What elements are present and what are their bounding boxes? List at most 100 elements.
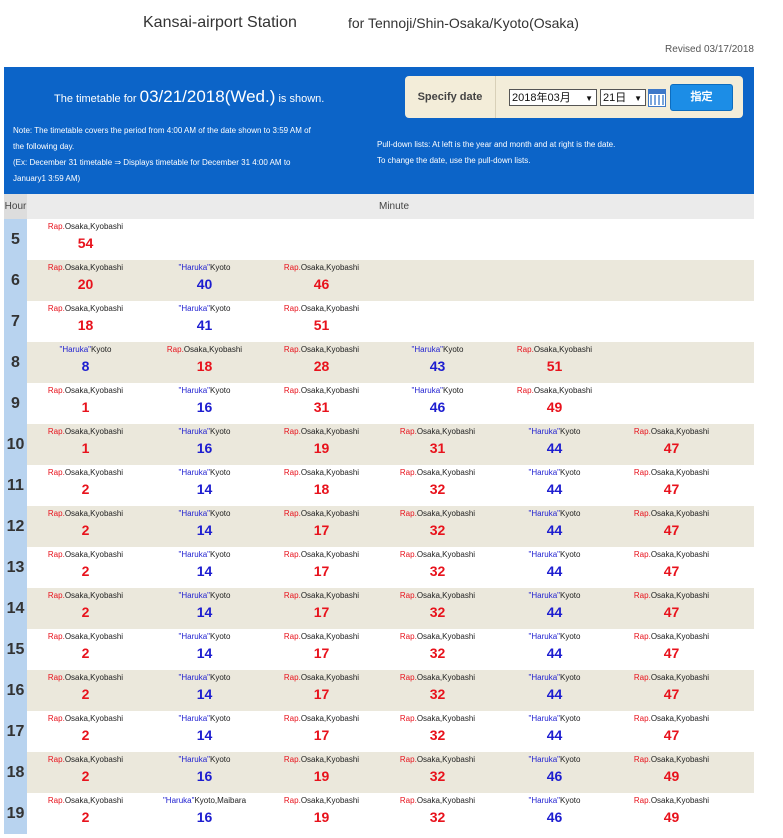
destination: Kyoto — [443, 345, 464, 354]
departure-cell[interactable]: Rap.Osaka,Kyobashi 54 — [27, 221, 144, 253]
departure-cell[interactable]: Rap.Osaka,Kyobashi 2 — [27, 508, 144, 540]
departure-cell[interactable]: Rap.Osaka,Kyobashi 19 — [263, 426, 380, 458]
departure-cell[interactable]: "Haruka"Kyoto 40 — [146, 262, 263, 294]
day-value: 21日 — [603, 92, 627, 104]
departure-cell[interactable]: Rap.Osaka,Kyobashi 31 — [379, 426, 496, 458]
departure-cell[interactable]: Rap.Osaka,Kyobashi 1 — [27, 426, 144, 458]
departure-cell[interactable]: Rap.Osaka,Kyobashi 32 — [379, 795, 496, 827]
departure-cell[interactable]: Rap.Osaka,Kyobashi 17 — [263, 672, 380, 704]
day-select[interactable]: 21日 ▼ — [600, 89, 646, 106]
departure-cell[interactable]: Rap.Osaka,Kyobashi 17 — [263, 508, 380, 540]
departure-cell[interactable]: Rap.Osaka,Kyobashi 46 — [263, 262, 380, 294]
departure-cell[interactable]: Rap.Osaka,Kyobashi 2 — [27, 795, 144, 827]
departure-cell[interactable]: Rap.Osaka,Kyobashi 19 — [263, 795, 380, 827]
departure-cell[interactable]: Rap.Osaka,Kyobashi 49 — [613, 754, 730, 786]
departure-cell[interactable]: Rap.Osaka,Kyobashi 47 — [613, 426, 730, 458]
departure-cell[interactable]: Rap.Osaka,Kyobashi 47 — [613, 590, 730, 622]
destination: Osaka,Kyobashi — [416, 468, 476, 477]
departure-cell[interactable]: "Haruka"Kyoto 44 — [496, 631, 613, 663]
departure-cell[interactable]: "Haruka"Kyoto 16 — [146, 426, 263, 458]
departure-cell[interactable]: Rap.Osaka,Kyobashi 47 — [613, 508, 730, 540]
departure-cell[interactable]: "Haruka"Kyoto 14 — [146, 590, 263, 622]
destination: Osaka,Kyobashi — [416, 796, 476, 805]
departure-cell[interactable]: "Haruka"Kyoto 16 — [146, 754, 263, 786]
departure-cell[interactable]: "Haruka"Kyoto 44 — [496, 467, 613, 499]
departure-cell[interactable]: Rap.Osaka,Kyobashi 51 — [496, 344, 613, 376]
departure-cell[interactable]: "Haruka"Kyoto 44 — [496, 590, 613, 622]
departure-cell[interactable]: Rap.Osaka,Kyobashi 17 — [263, 549, 380, 581]
departure-cell[interactable]: Rap.Osaka,Kyobashi 47 — [613, 713, 730, 745]
departure-cell[interactable]: Rap.Osaka,Kyobashi 2 — [27, 549, 144, 581]
pulldown-note: Pull-down lists: At left is the year and… — [377, 137, 752, 169]
departure-cell[interactable]: Rap.Osaka,Kyobashi 18 — [146, 344, 263, 376]
rapid-tag: Rap. — [47, 591, 65, 600]
departure-cell[interactable]: Rap.Osaka,Kyobashi 17 — [263, 631, 380, 663]
departure-cell[interactable]: "Haruka"Kyoto 43 — [379, 344, 496, 376]
departure-cell[interactable]: Rap.Osaka,Kyobashi 49 — [496, 385, 613, 417]
departure-cell[interactable]: Rap.Osaka,Kyobashi 32 — [379, 590, 496, 622]
destination: Osaka,Kyobashi — [650, 796, 710, 805]
departure-cell[interactable]: Rap.Osaka,Kyobashi 18 — [27, 303, 144, 335]
departure-cell[interactable]: "Haruka"Kyoto 14 — [146, 713, 263, 745]
departure-cell[interactable]: Rap.Osaka,Kyobashi 28 — [263, 344, 380, 376]
departure-cell[interactable]: Rap.Osaka,Kyobashi 2 — [27, 467, 144, 499]
departure-cell[interactable]: Rap.Osaka,Kyobashi 32 — [379, 631, 496, 663]
departure-cell[interactable]: Rap.Osaka,Kyobashi 32 — [379, 508, 496, 540]
departure-cell[interactable]: "Haruka"Kyoto 14 — [146, 631, 263, 663]
departure-cell[interactable]: "Haruka"Kyoto 46 — [496, 795, 613, 827]
departure-cell[interactable]: "Haruka"Kyoto 46 — [496, 754, 613, 786]
departure-cell[interactable]: Rap.Osaka,Kyobashi 47 — [613, 467, 730, 499]
departure-cell[interactable]: "Haruka"Kyoto 44 — [496, 713, 613, 745]
departure-cell[interactable]: Rap.Osaka,Kyobashi 17 — [263, 590, 380, 622]
train-label: Rap.Osaka,Kyobashi — [263, 754, 380, 766]
departure-cell[interactable]: Rap.Osaka,Kyobashi 19 — [263, 754, 380, 786]
departure-cell[interactable]: "Haruka"Kyoto,Maibara 16 — [146, 795, 263, 827]
departure-cell[interactable]: Rap.Osaka,Kyobashi 47 — [613, 549, 730, 581]
departure-cell[interactable]: Rap.Osaka,Kyobashi 2 — [27, 754, 144, 786]
departure-cell[interactable]: Rap.Osaka,Kyobashi 2 — [27, 631, 144, 663]
destination: Osaka,Kyobashi — [416, 673, 476, 682]
departure-cell[interactable]: Rap.Osaka,Kyobashi 18 — [263, 467, 380, 499]
departure-cell[interactable]: "Haruka"Kyoto 16 — [146, 385, 263, 417]
haruka-tag: "Haruka" — [528, 714, 560, 723]
departure-cell[interactable]: "Haruka"Kyoto 46 — [379, 385, 496, 417]
destination: Kyoto — [210, 468, 231, 477]
departure-cell[interactable]: Rap.Osaka,Kyobashi 32 — [379, 549, 496, 581]
departure-cell[interactable]: Rap.Osaka,Kyobashi 2 — [27, 672, 144, 704]
rapid-tag: Rap. — [283, 386, 301, 395]
departure-cell[interactable]: "Haruka"Kyoto 44 — [496, 508, 613, 540]
departure-cell[interactable]: "Haruka"Kyoto 14 — [146, 467, 263, 499]
departure-minute: 2 — [81, 809, 90, 825]
departure-cell[interactable]: Rap.Osaka,Kyobashi 32 — [379, 467, 496, 499]
departure-cell[interactable]: "Haruka"Kyoto 41 — [146, 303, 263, 335]
departure-cell[interactable]: "Haruka"Kyoto 8 — [27, 344, 144, 376]
departure-cell[interactable]: Rap.Osaka,Kyobashi 49 — [613, 795, 730, 827]
departure-cell[interactable]: Rap.Osaka,Kyobashi 1 — [27, 385, 144, 417]
train-label: Rap.Osaka,Kyobashi — [263, 713, 380, 725]
departure-cell[interactable]: "Haruka"Kyoto 44 — [496, 426, 613, 458]
departure-cell[interactable]: "Haruka"Kyoto 14 — [146, 508, 263, 540]
departure-cell[interactable]: Rap.Osaka,Kyobashi 47 — [613, 631, 730, 663]
departure-cell[interactable]: "Haruka"Kyoto 44 — [496, 672, 613, 704]
departure-cell[interactable]: Rap.Osaka,Kyobashi 31 — [263, 385, 380, 417]
departure-cell[interactable]: "Haruka"Kyoto 14 — [146, 672, 263, 704]
departure-cell[interactable]: Rap.Osaka,Kyobashi 51 — [263, 303, 380, 335]
year-month-select[interactable]: 2018年03月 ▼ — [509, 89, 597, 106]
departure-cell[interactable]: Rap.Osaka,Kyobashi 17 — [263, 713, 380, 745]
departure-cell[interactable]: Rap.Osaka,Kyobashi 2 — [27, 713, 144, 745]
departure-cell[interactable]: Rap.Osaka,Kyobashi 20 — [27, 262, 144, 294]
destination: Osaka,Kyobashi — [416, 632, 476, 641]
departure-cell[interactable]: Rap.Osaka,Kyobashi 32 — [379, 713, 496, 745]
departure-cell[interactable]: Rap.Osaka,Kyobashi 47 — [613, 672, 730, 704]
submit-date-button[interactable]: 指定 — [670, 84, 733, 111]
hour-cell: 7 — [4, 301, 27, 342]
rapid-tag: Rap. — [283, 796, 301, 805]
destination: Osaka,Kyobashi — [183, 345, 243, 354]
departure-cell[interactable]: "Haruka"Kyoto 14 — [146, 549, 263, 581]
departure-cell[interactable]: Rap.Osaka,Kyobashi 32 — [379, 672, 496, 704]
departure-cell[interactable]: Rap.Osaka,Kyobashi 2 — [27, 590, 144, 622]
departure-cell[interactable]: Rap.Osaka,Kyobashi 32 — [379, 754, 496, 786]
note-line: To change the date, use the pull-down li… — [377, 156, 531, 165]
departure-cell[interactable]: "Haruka"Kyoto 44 — [496, 549, 613, 581]
calendar-icon[interactable] — [648, 89, 666, 107]
